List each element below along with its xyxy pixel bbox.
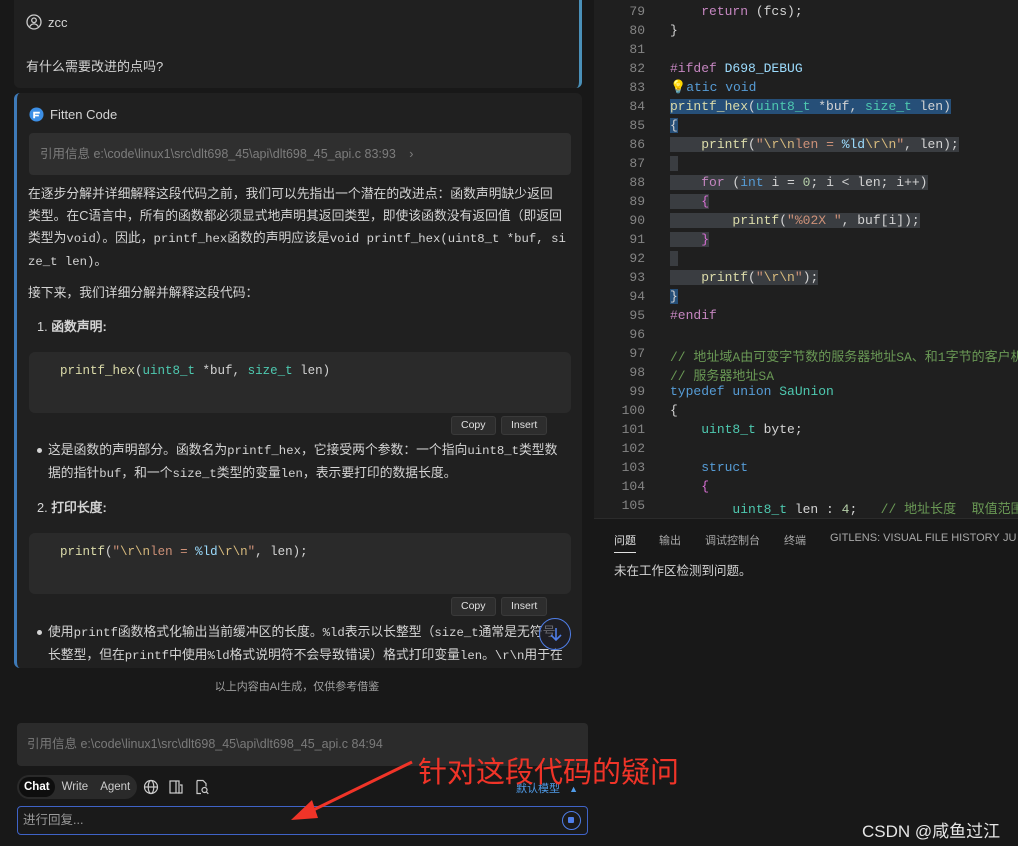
annotation-text: 针对这段代码的疑问 [418, 757, 680, 789]
app-root: zcc 有什么需要改进的点吗? Fitten Code 引用信息 e:\code… [0, 0, 1018, 846]
arrow-head [291, 800, 318, 820]
arrow-shaft [304, 760, 413, 816]
red-arrow-annotation [291, 760, 413, 820]
